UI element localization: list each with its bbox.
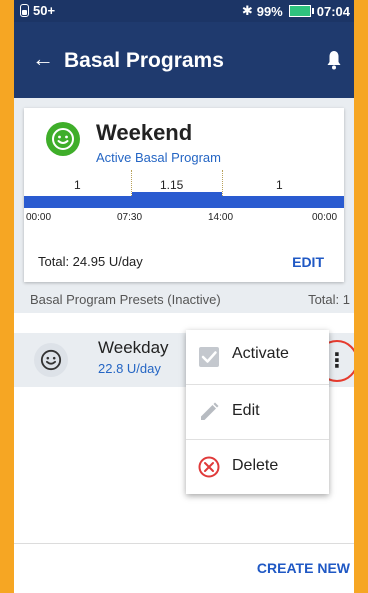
battery-icon [288,5,314,17]
smiley-icon [46,122,80,156]
page-title: Basal Programs [64,49,224,72]
bell-icon[interactable] [326,50,342,70]
battery-percent: 99% [256,3,283,19]
presets-header: Basal Program Presets (Inactive) Total: … [14,290,354,312]
checkbox-icon [199,347,219,367]
bluetooth-icon: ✱ [241,3,253,18]
delete-circle-icon [198,456,220,478]
menu-item-label: Activate [232,345,289,362]
preset-name: Weekday [98,338,169,357]
active-program-name: Weekend [96,120,193,145]
menu-item-edit[interactable]: Edit [186,385,329,439]
presets-header-total: Total: 1 [308,292,350,307]
time-label: 14:00 [208,212,234,223]
presets-header-label: Basal Program Presets (Inactive) [30,292,221,307]
status-time: 07:04 [316,3,350,19]
segment-rate-label: 1.15 [160,178,184,192]
menu-item-delete[interactable]: Delete [186,440,329,494]
basal-rate-bar-step [132,192,222,196]
active-program-card[interactable]: Weekend Active Basal Program 1 1.15 1 00… [24,108,344,282]
basal-rate-bar [24,196,344,208]
menu-item-activate[interactable]: Activate [186,330,329,384]
active-program-subtitle: Active Basal Program [96,150,221,165]
arrow-left-icon[interactable]: ← [32,48,54,70]
time-label: 00:00 [26,212,52,223]
segment-rate-label: 1 [74,178,81,192]
pod-icon [20,4,29,17]
menu-item-label: Delete [232,457,279,474]
time-label: 07:30 [117,212,143,223]
time-label: 00:00 [312,212,338,223]
phone-screen: 50+ ✱ 99% 07:04 ← Basal Programs Weekend… [14,0,354,593]
segment-divider [222,170,223,196]
status-bar: 50+ ✱ 99% 07:04 [14,0,354,22]
smiley-icon [34,343,68,377]
app-bar: ← Basal Programs [14,22,354,98]
status-left-text: 50+ [33,3,56,18]
create-new-button[interactable]: CREATE NEW [257,560,350,576]
menu-item-label: Edit [232,402,260,419]
footer-divider [14,543,354,544]
edit-button[interactable]: EDIT [292,254,324,270]
total-daily-dose: Total: 24.95 U/day [38,254,143,269]
segment-rate-label: 1 [276,178,283,192]
context-menu: Activate Edit Delete [186,330,329,494]
pencil-icon [201,402,219,420]
preset-rate: 22.8 U/day [98,361,161,376]
kebab-menu-icon: ⋮ [327,350,347,372]
